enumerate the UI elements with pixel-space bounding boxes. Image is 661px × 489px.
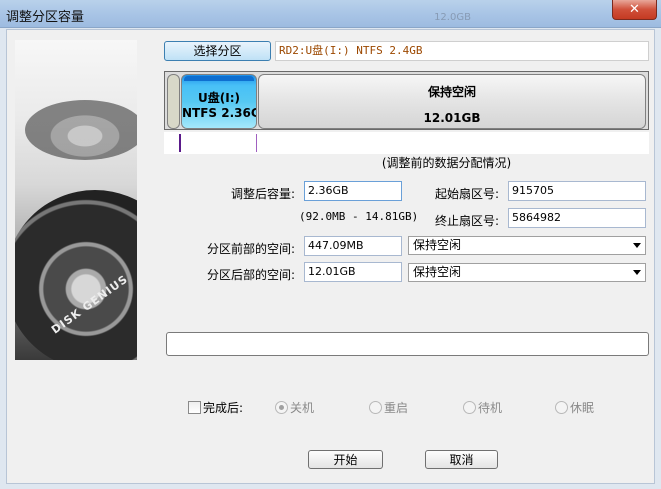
radio-hibernate-label: 休眠 bbox=[570, 401, 595, 415]
close-icon: ✕ bbox=[629, 2, 640, 17]
chevron-down-icon bbox=[633, 243, 641, 248]
radio-standby-label: 待机 bbox=[478, 401, 503, 415]
partition-scale bbox=[164, 132, 649, 154]
new-size-label: 调整后容量: bbox=[230, 187, 295, 201]
end-sector-input[interactable]: 5864982 bbox=[508, 208, 646, 228]
window-title: 调整分区容量 bbox=[6, 10, 85, 25]
before-space-label: 分区前部的空间: bbox=[206, 242, 295, 256]
free-segment-label: 保持空闲 bbox=[427, 85, 476, 99]
after-completion-label: 完成后: bbox=[203, 401, 244, 415]
disk-genius-image: DISK GENIUS bbox=[15, 40, 137, 360]
dialog-body: DISK GENIUS 选择分区 RD2:U盘(I:) NTFS 2.4GB U… bbox=[6, 29, 655, 484]
close-button[interactable]: ✕ bbox=[612, 0, 657, 20]
radio-standby[interactable] bbox=[463, 401, 476, 414]
start-button[interactable]: 开始 bbox=[308, 450, 383, 469]
end-marker bbox=[256, 134, 257, 152]
u-disk-partition-segment[interactable]: U盘(I:) NTFS 2.36GB bbox=[181, 74, 257, 129]
after-space-label: 分区后部的空间: bbox=[206, 268, 295, 282]
before-space-input[interactable]: 447.09MB bbox=[304, 236, 402, 256]
radio-shutdown-label: 关机 bbox=[290, 401, 315, 415]
new-size-input[interactable]: 2.36GB bbox=[304, 181, 402, 201]
partition-info: RD2:U盘(I:) NTFS 2.4GB bbox=[275, 41, 649, 61]
chevron-down-icon bbox=[633, 270, 641, 275]
before-space-select[interactable]: 保持空闲 bbox=[408, 236, 646, 255]
u-segment-name: U盘(I:) bbox=[198, 91, 240, 105]
partition-caption: (调整前的数据分配情况) bbox=[381, 156, 512, 170]
radio-restart-label: 重启 bbox=[384, 401, 409, 415]
background-ghost-text: 12.0GB bbox=[434, 12, 471, 23]
start-sector-input[interactable]: 915705 bbox=[508, 181, 646, 201]
start-marker bbox=[179, 134, 181, 152]
radio-hibernate[interactable] bbox=[555, 401, 568, 414]
free-space-segment[interactable]: 保持空闲 12.01GB bbox=[258, 74, 646, 129]
after-completion-checkbox[interactable] bbox=[188, 401, 201, 414]
size-range-hint: (92.0MB - 14.81GB) bbox=[299, 210, 419, 223]
end-sector-label: 终止扇区号: bbox=[434, 214, 499, 228]
after-space-selected: 保持空闲 bbox=[413, 265, 462, 279]
start-sector-label: 起始扇区号: bbox=[434, 187, 499, 201]
after-space-select[interactable]: 保持空闲 bbox=[408, 263, 646, 282]
leading-free-segment[interactable] bbox=[167, 74, 180, 129]
title-bar: 调整分区容量 12.0GB ✕ bbox=[0, 0, 661, 28]
progress-bar bbox=[166, 332, 649, 356]
u-segment-size: NTFS 2.36GB bbox=[182, 106, 256, 120]
free-segment-size: 12.01GB bbox=[423, 111, 481, 125]
disk-platter-shape bbox=[25, 100, 137, 160]
select-partition-button[interactable]: 选择分区 bbox=[164, 41, 271, 61]
after-space-input[interactable]: 12.01GB bbox=[304, 262, 402, 282]
radio-restart[interactable] bbox=[369, 401, 382, 414]
partition-layout-bar: U盘(I:) NTFS 2.36GB 保持空闲 12.01GB bbox=[164, 71, 649, 130]
radio-shutdown[interactable] bbox=[275, 401, 288, 414]
before-space-selected: 保持空闲 bbox=[413, 238, 462, 252]
cancel-button[interactable]: 取消 bbox=[425, 450, 498, 469]
